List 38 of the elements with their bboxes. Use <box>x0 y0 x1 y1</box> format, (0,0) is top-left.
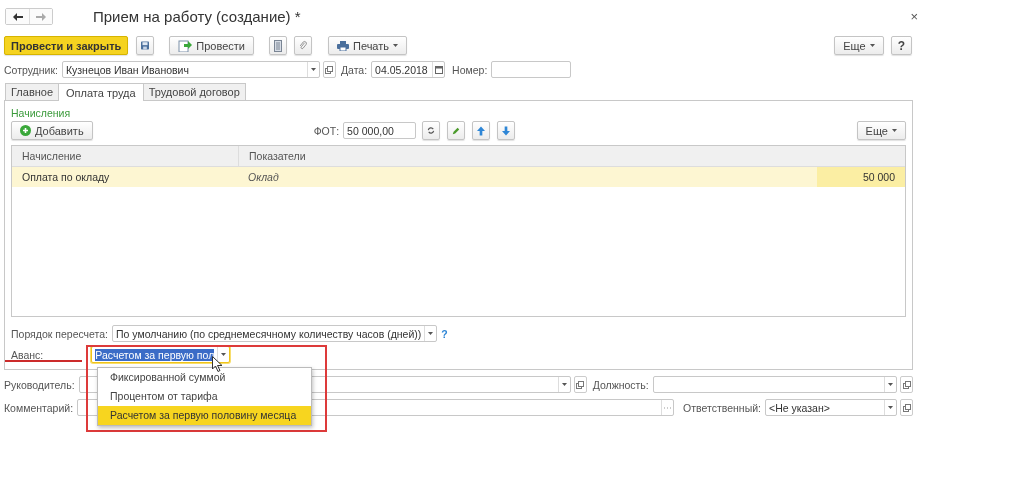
more-button[interactable]: Еще <box>856 121 906 140</box>
print-button[interactable]: Печать <box>327 36 407 55</box>
responsible-field[interactable]: <Не указан> <box>765 399 897 416</box>
employee-label: Сотрудник: <box>4 63 58 76</box>
number-label: Номер: <box>452 63 488 76</box>
tab[interactable]: Оплата труда <box>58 83 144 101</box>
recalc-field[interactable]: По умолчанию (по среднемесячному количеству часов (дней)) <box>112 325 438 342</box>
add-button[interactable]: Добавить <box>11 121 93 140</box>
recalc-label: Порядок пересчета: <box>11 327 109 340</box>
date-label: Дата: <box>340 63 368 76</box>
tab[interactable]: Главное <box>5 83 60 100</box>
section-title: Начисления <box>11 107 72 119</box>
employee-field[interactable]: Кузнецов Иван Иванович <box>61 61 320 78</box>
more-button[interactable]: Еще <box>834 36 884 55</box>
column-header: Начисление <box>21 150 83 162</box>
manager-label: Руководитель: <box>4 378 75 391</box>
fot-field[interactable]: 50 000,00 <box>343 122 417 139</box>
help-button[interactable]: ? <box>890 36 912 55</box>
close-button[interactable]: × <box>910 9 918 24</box>
responsible-label: Ответственный: <box>683 401 761 414</box>
dropdown-option[interactable]: Расчетом за первую половину месяца <box>98 406 311 425</box>
date-field[interactable]: 04.05.2018 <box>371 61 446 78</box>
table-cell-text: Оклад <box>247 170 280 185</box>
window-title: Прием на работу (создание) * <box>93 8 301 25</box>
dropdown-option[interactable]: Процентом от тарифа <box>98 387 311 406</box>
advance-label: Аванс: <box>11 348 44 361</box>
position-label: Должность: <box>592 378 649 391</box>
dropdown-option[interactable]: Фиксированной суммой <box>98 368 311 387</box>
table-cell-text: Оплата по окладу <box>21 170 111 185</box>
comment-label: Комментарий: <box>4 401 74 414</box>
fot-label: ФОТ: <box>313 124 340 137</box>
column-header: Показатели <box>238 146 905 166</box>
post-and-close-button[interactable]: Провести и закрыть <box>4 36 129 55</box>
help-link[interactable]: ? <box>441 327 448 340</box>
table-cell: 50 000 <box>817 167 905 187</box>
table-row[interactable]: Оплата по окладу Оклад 50 000 <box>12 167 905 187</box>
post-button[interactable]: Провести <box>169 36 254 55</box>
tab[interactable]: Трудовой договор <box>142 83 246 100</box>
